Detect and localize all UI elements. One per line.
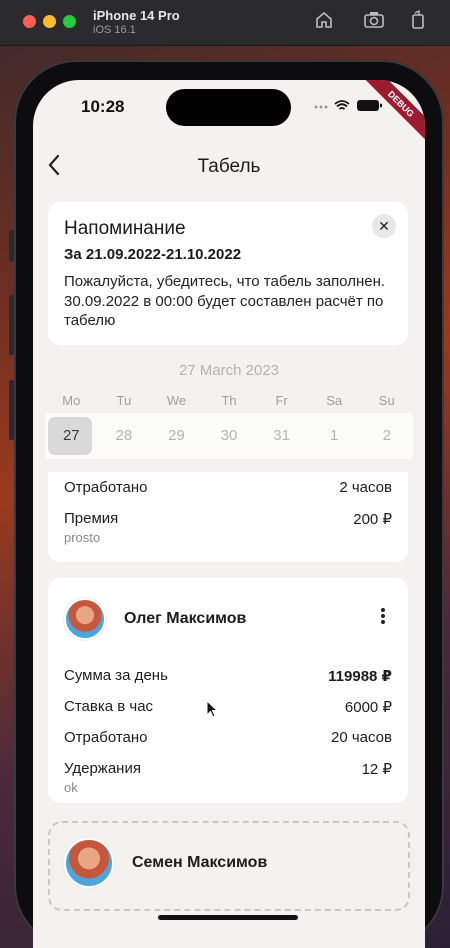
weekday-label: Su <box>378 393 395 408</box>
worked-row: Отработано 2 часов <box>64 472 392 503</box>
simulator-title-bar: iPhone 14 Pro iOS 16.1 <box>0 0 450 46</box>
employee-header: Семен Максимов <box>64 823 394 903</box>
reminder-text: Пожалуйста, убедитесь, что табель заполн… <box>64 273 386 329</box>
weekday-label: Mo <box>62 393 81 408</box>
weekday-label: Fr <box>275 393 288 408</box>
day-number: 28 <box>115 427 133 444</box>
day-sum-value: 119988 ₽ <box>328 667 392 685</box>
calendar-current-date: 27 March 2023 <box>178 362 280 379</box>
day-number: 29 <box>168 427 185 444</box>
bonus-note: prosto <box>64 530 101 545</box>
worked-value: 20 часов <box>331 729 392 746</box>
day-number: 27 <box>62 427 80 444</box>
status-icons <box>313 98 383 115</box>
weekday-label: Sa <box>326 393 343 408</box>
employee-name: Олег Максимов <box>124 610 247 627</box>
rate-row: Ставка в час 6000 ₽ <box>64 691 392 722</box>
day-cell[interactable]: 31 <box>255 413 308 459</box>
worked-value: 2 часов <box>339 479 392 496</box>
home-indicator[interactable] <box>158 915 298 920</box>
minimize-window-button[interactable] <box>43 15 56 28</box>
silent-switch <box>9 230 14 262</box>
day-number: 31 <box>273 427 290 444</box>
reminder-card: Напоминание За 21.09.2022-21.10.2022 Пож… <box>48 202 408 345</box>
simulator-os-version: iOS 16.1 <box>93 24 136 36</box>
weekday-label: We <box>166 393 187 408</box>
day-cell[interactable]: 2 <box>360 413 413 459</box>
avatar <box>64 838 114 888</box>
employee-name: Семен Максимов <box>132 854 268 871</box>
rotate-icon[interactable] <box>407 9 429 32</box>
screenshot-icon[interactable] <box>363 10 385 32</box>
worked-label: Отработано <box>64 729 148 746</box>
day-cell[interactable]: 1 <box>308 413 361 459</box>
day-cell[interactable]: 28 <box>98 413 151 459</box>
day-number: 30 <box>220 427 238 444</box>
deductions-note: ok <box>64 780 78 795</box>
zoom-window-button[interactable] <box>63 15 76 28</box>
simulator-device-name: iPhone 14 Pro <box>93 8 180 23</box>
employee-card-dashed[interactable]: Семен Максимов <box>48 821 410 911</box>
worked-label: Отработано <box>64 479 148 496</box>
employee-header: Олег Максимов <box>64 578 392 660</box>
day-picker: 27 28 29 30 31 1 2 <box>45 413 413 459</box>
reminder-period: За 21.09.2022-21.10.2022 <box>64 246 242 263</box>
day-number: 1 <box>330 427 339 444</box>
day-sum-label: Сумма за день <box>64 667 168 684</box>
employee-card[interactable]: Олег Максимов Сумма за день 119988 ₽ Ста… <box>48 578 408 803</box>
deductions-value: 12 ₽ <box>361 760 392 778</box>
weekday-label: Th <box>221 393 237 408</box>
close-window-button[interactable] <box>23 15 36 28</box>
avatar <box>64 598 106 640</box>
dynamic-island <box>166 89 291 126</box>
rate-label: Ставка в час <box>64 698 154 715</box>
volume-up-button <box>9 295 14 355</box>
weekday-label: Tu <box>116 393 132 408</box>
employee-card-prev[interactable]: Отработано 2 часов Премия 200 ₽ prosto <box>48 472 408 562</box>
status-time: 10:28 <box>81 97 125 116</box>
more-vertical-icon[interactable] <box>380 607 386 625</box>
weekday-header: Mo Tu We Th Fr Sa Su <box>45 393 413 408</box>
app-screen: 10:28 DEBUG Табель Напоминание За 21.09.… <box>33 80 425 948</box>
bonus-value: 200 ₽ <box>353 510 392 528</box>
day-cell-selected[interactable]: 27 <box>45 413 98 459</box>
volume-down-button <box>9 380 14 440</box>
day-number: 2 <box>382 427 391 444</box>
rate-value: 6000 ₽ <box>344 698 392 716</box>
day-cell[interactable]: 30 <box>203 413 256 459</box>
page-title: Табель <box>197 156 261 177</box>
home-icon[interactable] <box>313 10 335 32</box>
day-sum-row: Сумма за день 119988 ₽ <box>64 660 392 691</box>
close-icon[interactable]: ✕ <box>372 214 396 238</box>
worked-row: Отработано 20 часов <box>64 722 392 753</box>
deductions-label: Удержания <box>64 760 141 777</box>
day-cell[interactable]: 29 <box>150 413 203 459</box>
reminder-title: Напоминание <box>64 218 186 239</box>
mouse-cursor-icon <box>206 699 219 723</box>
bonus-label: Премия <box>64 510 119 527</box>
